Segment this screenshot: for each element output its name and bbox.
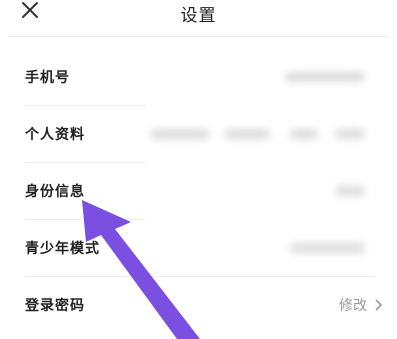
page-title: 设置 — [180, 6, 217, 26]
row-label-profile: 个人资料 — [25, 127, 85, 143]
blurred-value — [285, 72, 365, 82]
row-label-identity: 身份信息 — [25, 184, 85, 200]
settings-row-identity[interactable]: 身份信息 — [0, 163, 397, 219]
blurred-value — [335, 186, 365, 196]
header: 设置 — [0, 0, 397, 34]
row-label-password: 登录密码 — [25, 298, 85, 314]
blurred-value — [225, 129, 270, 139]
blurred-value — [150, 129, 210, 139]
settings-screen: 设置 手机号 个人资料 身份信息 青少年模式 登录密码 修改 — [0, 0, 397, 339]
settings-row-profile[interactable]: 个人资料 — [0, 106, 397, 162]
blurred-value — [290, 243, 365, 253]
row-value-password: 修改 — [339, 295, 383, 315]
settings-row-youth-mode[interactable]: 青少年模式 — [0, 220, 397, 276]
blurred-value — [335, 129, 365, 139]
blurred-value — [290, 129, 318, 139]
settings-row-phone[interactable]: 手机号 — [0, 49, 397, 105]
modify-text: 修改 — [339, 298, 367, 314]
chevron-right-icon — [375, 299, 382, 311]
row-label-phone: 手机号 — [25, 70, 70, 86]
settings-row-password[interactable]: 登录密码 修改 — [0, 277, 397, 333]
row-label-youth-mode: 青少年模式 — [25, 241, 100, 257]
header-divider — [8, 36, 389, 37]
